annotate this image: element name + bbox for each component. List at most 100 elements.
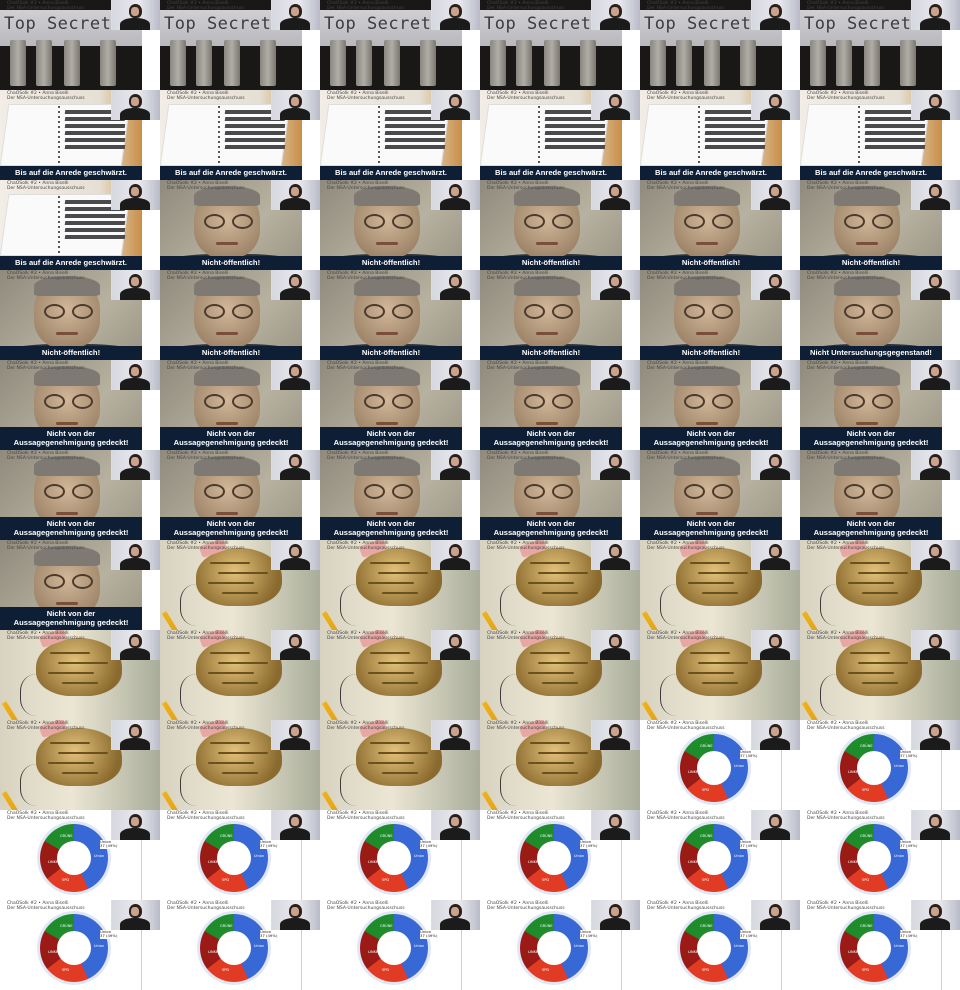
video-frame-thumbnail[interactable]: Union SPD LINKE GRÜNE Union 37 (49%) ChaOSolk … [0,810,160,900]
video-frame-thumbnail[interactable]: Nicht von der Aussagegenehmigung gedeckt!… [160,360,320,450]
speaker-face [451,187,459,196]
donut-segment-label: LINKE [848,860,859,864]
video-frame-thumbnail[interactable]: Union SPD LINKE GRÜNE Union 37 (49%) ChaOSolk … [640,720,800,810]
redaction-stripe [864,145,926,149]
video-frame-thumbnail[interactable]: Top Secret ChaOSolk #2 • Anna Biselli Der … [480,0,640,90]
video-frame-thumbnail[interactable]: Top Secret ChaOSolk #2 • Anna Biselli Der … [160,0,320,90]
video-frame-thumbnail[interactable]: ChaOSolk #2 • Anna Biselli Der NSA-Unters… [160,720,320,810]
donut-hole [217,841,251,875]
video-frame-thumbnail[interactable]: Bis auf die Anrede geschwärzt. ChaOSolk #… [160,90,320,180]
portrait-mouth [536,422,558,425]
video-frame-thumbnail[interactable]: Bis auf die Anrede geschwärzt. ChaOSolk #… [320,90,480,180]
video-frame-thumbnail[interactable]: Bis auf die Anrede geschwärzt. ChaOSolk #… [480,90,640,180]
portrait-mouth [376,512,398,515]
video-frame-thumbnail[interactable]: Nicht-öffentlich! ChaOSolk #2 • Anna Bise… [320,180,480,270]
donut-chart: Union SPD LINKE GRÜNE [200,914,268,982]
speaker-body [280,468,310,480]
video-frame-thumbnail[interactable]: Union SPD LINKE GRÜNE Union 37 (49%) ChaOSolk … [640,810,800,900]
face-profile-outline [180,584,221,626]
video-frame-thumbnail[interactable]: ChaOSolk #2 • Anna Biselli Der NSA-Unters… [160,540,320,630]
video-frame-thumbnail[interactable]: ChaOSolk #2 • Anna Biselli Der NSA-Unters… [640,630,800,720]
brain-fold [218,752,268,754]
video-frame-thumbnail[interactable]: ChaOSolk #2 • Anna Biselli Der NSA-Unters… [0,720,160,810]
video-frame-thumbnail[interactable]: Nicht-öffentlich! ChaOSolk #2 • Anna Bise… [480,270,640,360]
glasses-lens [684,304,705,319]
video-frame-thumbnail[interactable]: ChaOSolk #2 • Anna Biselli Der NSA-Unters… [320,630,480,720]
video-frame-thumbnail[interactable]: Union SPD LINKE GRÜNE Union 37 (49%) ChaOSolk … [640,900,800,990]
slide-caption: Nicht-öffentlich! [800,256,942,270]
speaker-camera-inset [591,540,640,570]
caption-line: Nicht von der [686,519,736,528]
video-frame-thumbnail[interactable]: Union SPD LINKE GRÜNE Union 37 (49%) ChaOSolk … [480,900,640,990]
video-frame-thumbnail[interactable]: Union SPD LINKE GRÜNE Union 37 (49%) ChaOSolk … [480,810,640,900]
video-frame-thumbnail[interactable]: Bis auf die Anrede geschwärzt. ChaOSolk #… [800,90,960,180]
video-frame-thumbnail[interactable]: Nicht Untersuchungsgegenstand! ChaOSolk #… [800,270,960,360]
video-frame-thumbnail[interactable]: Nicht von der Aussagegenehmigung gedeckt!… [640,360,800,450]
glasses-lens [72,394,93,409]
video-frame-thumbnail[interactable]: Union SPD LINKE GRÜNE Union 37 (49%) ChaOSolk … [800,720,960,810]
redaction-stripe [704,124,766,128]
video-frame-thumbnail[interactable]: Union SPD LINKE GRÜNE Union 37 (49%) ChaOSolk … [160,900,320,990]
glasses-lens [72,304,93,319]
video-frame-thumbnail[interactable]: ChaOSolk #2 • Anna Biselli Der NSA-Unters… [320,540,480,630]
video-frame-thumbnail[interactable]: Top Secret ChaOSolk #2 • Anna Biselli Der … [0,0,160,90]
video-frame-thumbnail[interactable]: Nicht von der Aussagegenehmigung gedeckt!… [0,450,160,540]
speaker-camera-inset [431,0,480,30]
tooltip-value: 37 (49%) [580,933,598,939]
video-frame-thumbnail[interactable]: ChaOSolk #2 • Anna Biselli Der NSA-Unters… [800,630,960,720]
video-frame-thumbnail[interactable]: Union SPD LINKE GRÜNE Union 37 (49%) ChaOSolk … [800,900,960,990]
video-frame-thumbnail[interactable]: Nicht von der Aussagegenehmigung gedeckt!… [320,450,480,540]
video-frame-thumbnail[interactable]: ChaOSolk #2 • Anna Biselli Der NSA-Unters… [480,630,640,720]
video-frame-thumbnail[interactable]: Union SPD LINKE GRÜNE Union 37 (49%) ChaOSolk … [320,810,480,900]
video-frame-thumbnail[interactable]: ChaOSolk #2 • Anna Biselli Der NSA-Unters… [800,540,960,630]
video-frame-thumbnail[interactable]: Nicht von der Aussagegenehmigung gedeckt!… [480,360,640,450]
video-frame-thumbnail[interactable]: Union SPD LINKE GRÜNE Union 37 (49%) ChaOSolk … [0,900,160,990]
header-subtitle: Der NSA-Untersuchungsausschuss [7,636,85,641]
video-frame-thumbnail[interactable]: Nicht von der Aussagegenehmigung gedeckt!… [480,450,640,540]
video-frame-thumbnail[interactable]: Union SPD LINKE GRÜNE Union 37 (49%) ChaOSolk … [160,810,320,900]
video-frame-thumbnail[interactable]: Nicht von der Aussagegenehmigung gedeckt!… [320,360,480,450]
video-frame-thumbnail[interactable]: Nicht von der Aussagegenehmigung gedeckt!… [0,540,160,630]
slide-header: ChaOSolk #2 • Anna Biselli Der NSA-Unters… [487,181,565,191]
video-frame-thumbnail[interactable]: Nicht von der Aussagegenehmigung gedeckt!… [800,360,960,450]
video-frame-thumbnail[interactable]: Bis auf die Anrede geschwärzt. ChaOSolk #… [0,180,160,270]
video-frame-thumbnail[interactable]: Nicht-öffentlich! ChaOSolk #2 • Anna Bise… [320,270,480,360]
video-frame-thumbnail[interactable]: ChaOSolk #2 • Anna Biselli Der NSA-Unters… [640,540,800,630]
video-frame-thumbnail[interactable]: Nicht-öffentlich! ChaOSolk #2 • Anna Bise… [800,180,960,270]
video-frame-thumbnail[interactable]: Nicht-öffentlich! ChaOSolk #2 • Anna Bise… [0,270,160,360]
video-frame-thumbnail[interactable]: ChaOSolk #2 • Anna Biselli Der NSA-Unters… [320,720,480,810]
speaker-body [280,378,310,390]
video-frame-thumbnail[interactable]: ChaOSolk #2 • Anna Biselli Der NSA-Unters… [480,720,640,810]
glasses-lens [872,304,893,319]
speaker-body [760,468,790,480]
video-frame-thumbnail[interactable]: Nicht von der Aussagegenehmigung gedeckt!… [800,450,960,540]
caption-line: Aussagegenehmigung gedeckt! [493,438,609,447]
video-frame-thumbnail[interactable]: ChaOSolk #2 • Anna Biselli Der NSA-Unters… [160,630,320,720]
slide-header: ChaOSolk #2 • Anna Biselli Der NSA-Unters… [7,631,85,641]
video-frame-thumbnail[interactable]: Top Secret ChaOSolk #2 • Anna Biselli Der … [800,0,960,90]
video-frame-thumbnail[interactable]: Nicht von der Aussagegenehmigung gedeckt!… [0,360,160,450]
video-frame-thumbnail[interactable]: Union SPD LINKE GRÜNE Union 37 (49%) ChaOSolk … [800,810,960,900]
slide-header: ChaOSolk #2 • Anna Biselli Der NSA-Unters… [807,631,885,641]
slide-header: ChaOSolk #2 • Anna Biselli Der NSA-Unters… [807,451,885,461]
video-frame-thumbnail[interactable]: Nicht-öffentlich! ChaOSolk #2 • Anna Bise… [480,180,640,270]
donut-segment-label: GRÜNE [60,834,73,838]
video-frame-thumbnail[interactable]: Bis auf die Anrede geschwärzt. ChaOSolk #… [640,90,800,180]
video-frame-thumbnail[interactable]: Bis auf die Anrede geschwärzt. ChaOSolk #… [0,90,160,180]
video-frame-thumbnail[interactable]: Nicht-öffentlich! ChaOSolk #2 • Anna Bise… [640,180,800,270]
video-frame-thumbnail[interactable]: Nicht-öffentlich! ChaOSolk #2 • Anna Bise… [160,180,320,270]
video-frame-thumbnail[interactable]: Union SPD LINKE GRÜNE Union 37 (49%) ChaOSolk … [320,900,480,990]
glasses-lens [684,394,705,409]
redaction-stripe [864,131,926,135]
video-frame-thumbnail[interactable]: Top Secret ChaOSolk #2 • Anna Biselli Der … [640,0,800,90]
video-frame-thumbnail[interactable]: ChaOSolk #2 • Anna Biselli Der NSA-Unters… [480,540,640,630]
caption-line: Aussagegenehmigung gedeckt! [813,438,929,447]
video-frame-thumbnail[interactable]: Nicht-öffentlich! ChaOSolk #2 • Anna Bise… [160,270,320,360]
video-frame-thumbnail[interactable]: Nicht-öffentlich! ChaOSolk #2 • Anna Bise… [640,270,800,360]
glasses-lens [712,304,733,319]
video-frame-thumbnail[interactable]: ChaOSolk #2 • Anna Biselli Der NSA-Unters… [0,630,160,720]
video-frame-thumbnail[interactable]: Top Secret ChaOSolk #2 • Anna Biselli Der … [320,0,480,90]
speaker-body [280,18,310,30]
video-frame-thumbnail[interactable]: Nicht von der Aussagegenehmigung gedeckt!… [640,450,800,540]
video-frame-thumbnail[interactable]: Nicht von der Aussagegenehmigung gedeckt!… [160,450,320,540]
